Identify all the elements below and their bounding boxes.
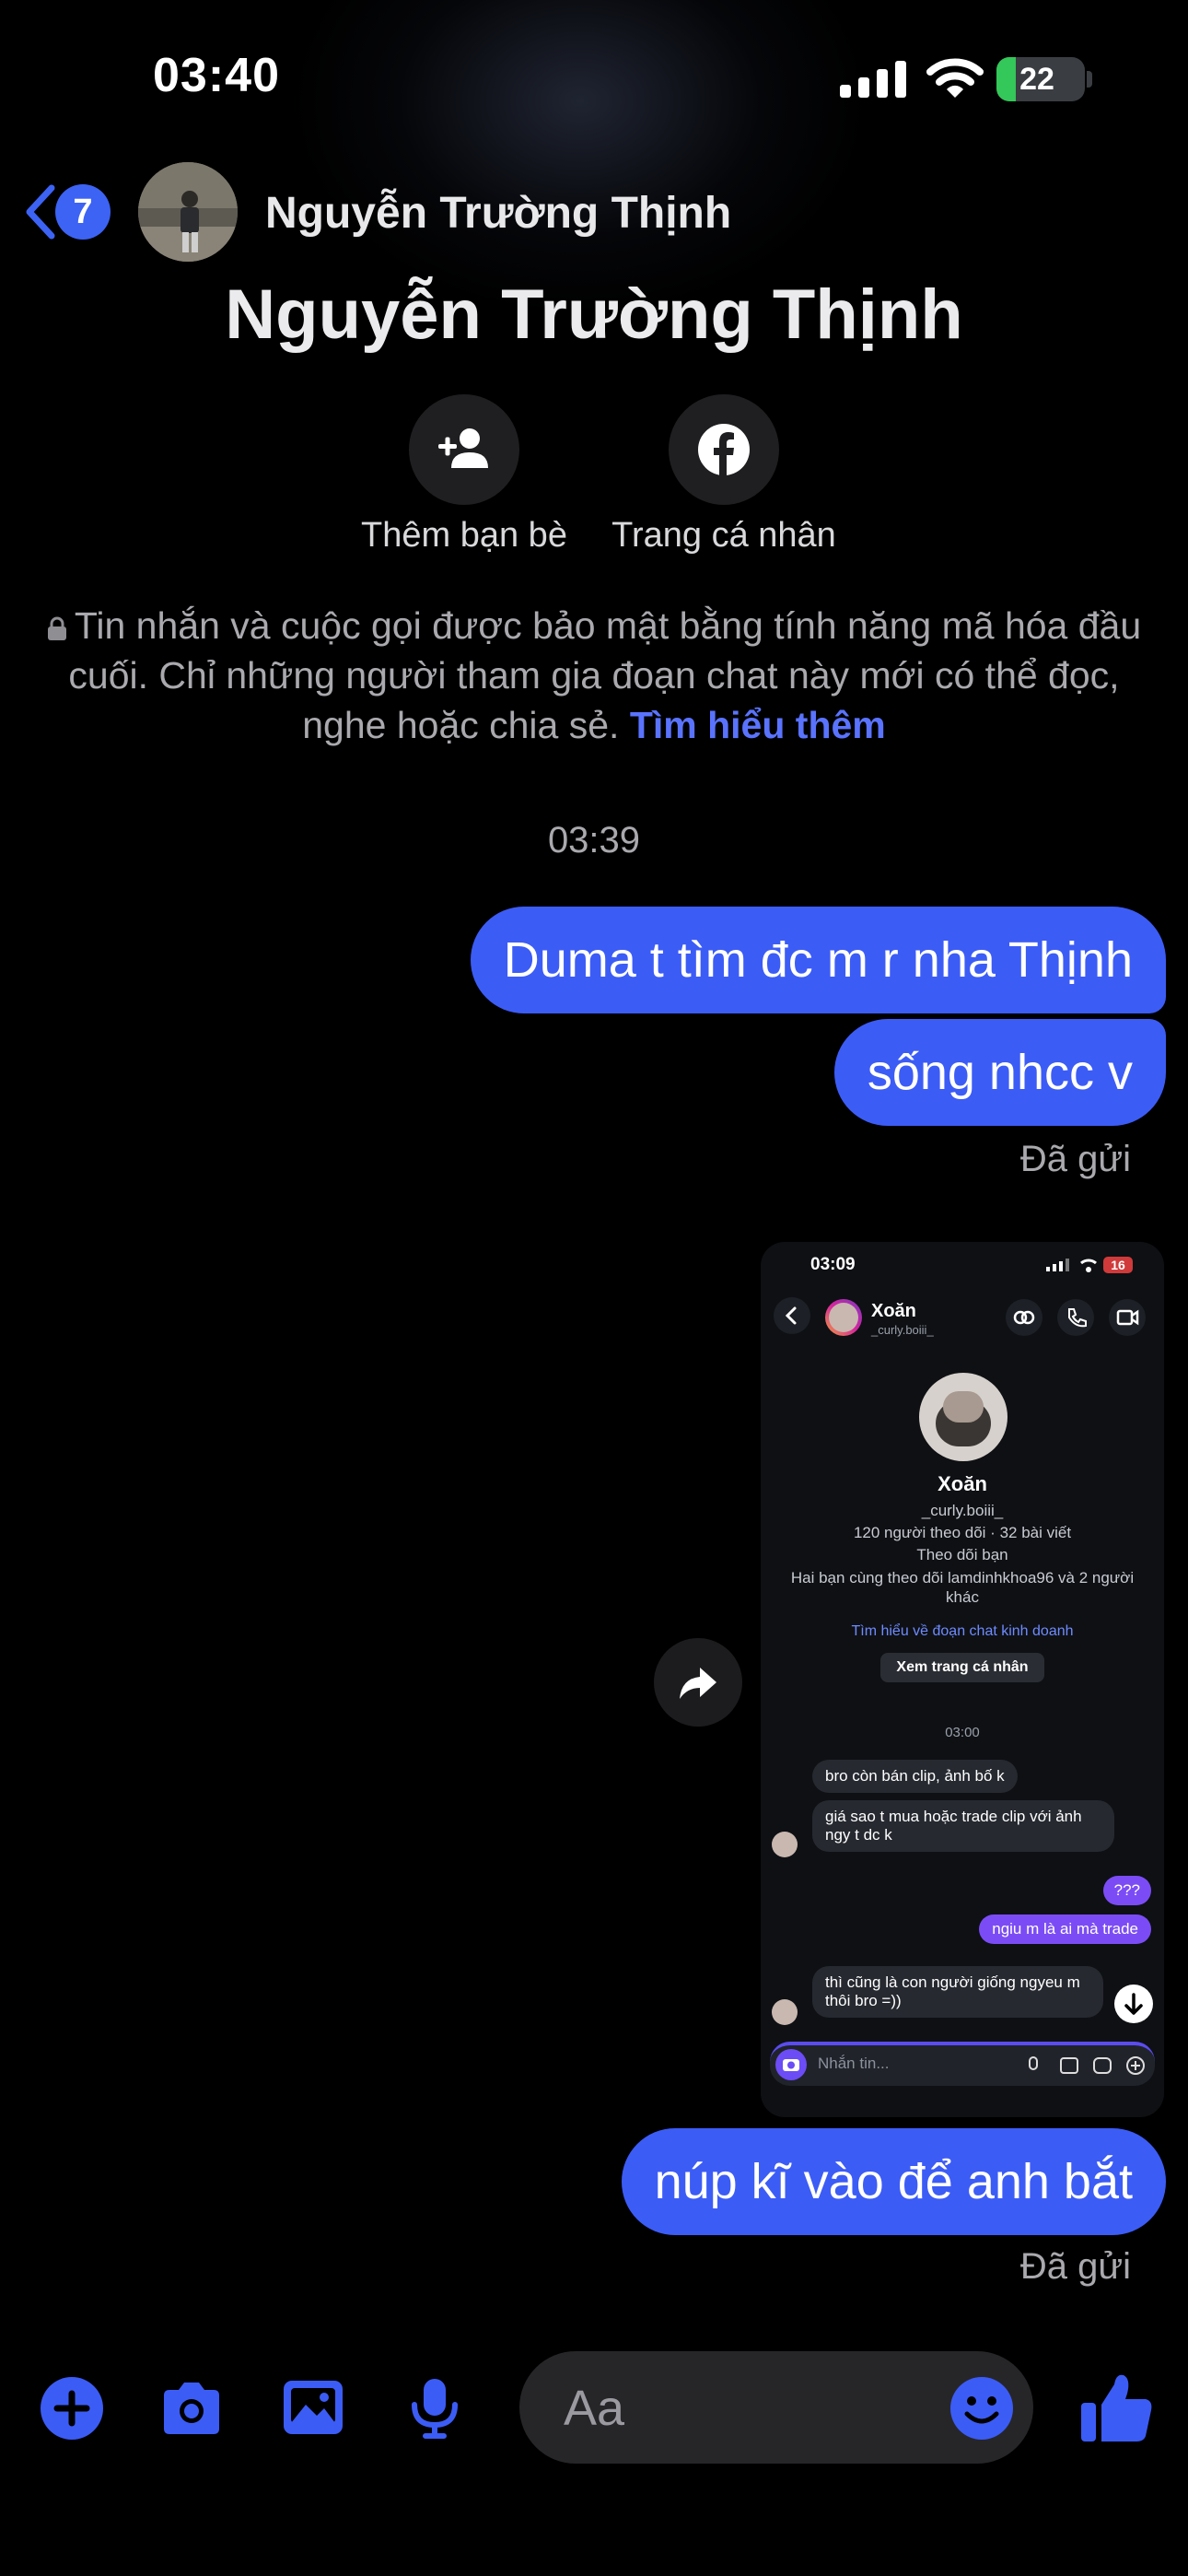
gallery-icon[interactable] <box>280 2375 346 2441</box>
shot-video-icon <box>1116 1309 1139 1326</box>
shot-avatar-ring <box>825 1299 862 1336</box>
shot-time: 03:09 <box>810 1255 856 1274</box>
shot-video-button <box>1109 1299 1146 1336</box>
shot-incoming-message: bro còn bán clip, ảnh bố k <box>812 1760 1018 1793</box>
profile-page-label[interactable]: Trang cá nhân <box>604 516 844 556</box>
shot-view-profile-button: Xem trang cá nhân <box>880 1653 1044 1682</box>
add-friend-button[interactable] <box>409 394 519 505</box>
shot-scroll-down-button <box>1114 1985 1153 2023</box>
shot-business-link: Tìm hiểu về đoạn chat kinh doanh <box>851 1623 1074 1639</box>
add-friend-label[interactable]: Thêm bạn bè <box>355 516 573 556</box>
shot-profile-photo <box>919 1373 1007 1461</box>
cellular-signal-icon <box>840 61 906 98</box>
wifi-icon <box>926 58 984 98</box>
shot-chat-time: 03:00 <box>945 1725 980 1740</box>
shot-profile-name: Xoăn <box>938 1472 987 1495</box>
shot-link-button <box>1006 1299 1042 1336</box>
unread-count-badge[interactable]: 7 <box>55 184 111 240</box>
battery-tip <box>1087 71 1092 88</box>
share-arrow-icon <box>680 1668 716 1699</box>
shot-back-button <box>774 1297 810 1334</box>
shot-signal-icon <box>1046 1259 1069 1271</box>
microphone-icon[interactable] <box>402 2375 468 2441</box>
shot-outgoing-message: ??? <box>1102 1876 1151 1905</box>
shot-mutual: Hai bạn cùng theo dõi lamdinhkhoa96 và 2… <box>790 1569 1135 1606</box>
status-time: 03:40 <box>153 49 280 102</box>
shot-phone-icon <box>1068 1308 1087 1328</box>
shot-profile-stats: 120 người theo dõi · 32 bài viết <box>853 1524 1072 1541</box>
header-contact-name[interactable]: Nguyễn Trường Thịnh <box>265 188 731 239</box>
learn-more-link[interactable]: Tìm hiểu thêm <box>630 704 886 746</box>
outgoing-message[interactable]: núp kĩ vào để anh bắt <box>621 2128 1166 2235</box>
shot-composer: Nhắn tin... <box>770 2042 1155 2086</box>
shot-avatar <box>829 1303 858 1332</box>
outgoing-message[interactable]: Duma t tìm đc m r nha Thịnh <box>470 907 1166 1013</box>
battery-indicator: 22 <box>996 57 1085 101</box>
camera-icon[interactable] <box>158 2375 225 2441</box>
profile-name: Nguyễn Trường Thịnh <box>225 275 963 354</box>
shot-sender-avatar <box>772 1832 798 1857</box>
facebook-icon <box>698 424 750 475</box>
shot-header-handle: _curly.boiii_ <box>871 1323 934 1337</box>
sent-status: Đã gửi <box>1019 1139 1131 1179</box>
shared-image[interactable]: 03:09 16 Xoăn _curly.boiii_ Xoăn _curly.… <box>761 1242 1164 2117</box>
back-chevron-icon[interactable] <box>22 182 59 241</box>
add-person-icon <box>438 428 488 468</box>
shot-follows-you: Theo dõi bạn <box>916 1546 1008 1563</box>
shot-back-icon <box>785 1306 797 1325</box>
profile-page-button[interactable] <box>669 394 779 505</box>
shot-wifi-icon <box>1080 1259 1097 1272</box>
shot-incoming-message: giá sao t mua hoặc trade clip với ảnh ng… <box>812 1800 1114 1852</box>
shot-composer-icons <box>1029 2056 1145 2075</box>
shot-profile-handle: _curly.boiii_ <box>921 1502 1004 1519</box>
outgoing-message[interactable]: sống nhcc v <box>833 1019 1166 1126</box>
lock-icon <box>47 616 66 640</box>
shot-composer-placeholder: Nhắn tin... <box>818 2055 890 2072</box>
battery-percent: 22 <box>1019 62 1054 97</box>
top-glow <box>295 0 866 313</box>
message-input-placeholder[interactable]: Aa <box>564 2380 624 2437</box>
encryption-notice: Tin nhắn và cuộc gọi được bảo mật bằng t… <box>37 601 1151 750</box>
shot-header-name: Xoăn <box>871 1301 916 1321</box>
shot-incoming-message: thì cũng là con người giống ngyeu m thôi… <box>812 1966 1103 2018</box>
shot-call-button <box>1057 1299 1094 1336</box>
thumbs-up-icon[interactable] <box>1077 2368 1157 2447</box>
emoji-icon[interactable] <box>949 2375 1015 2441</box>
sent-status: Đã gửi <box>1019 2246 1131 2287</box>
shot-battery: 16 <box>1103 1257 1133 1273</box>
message-timestamp: 03:39 <box>547 820 641 861</box>
shot-camera-icon <box>783 2059 799 2071</box>
contact-avatar[interactable] <box>138 162 238 262</box>
shot-outgoing-message: ngiu m là ai mà trade <box>979 1914 1151 1944</box>
shot-sender-avatar <box>772 1999 798 2025</box>
shot-link-icon <box>1013 1310 1035 1325</box>
shot-arrow-down-icon <box>1124 1993 1143 2015</box>
plus-icon[interactable] <box>39 2375 105 2441</box>
share-button[interactable] <box>654 1638 742 1727</box>
shot-camera-button <box>775 2049 807 2080</box>
encryption-text: Tin nhắn và cuộc gọi được bảo mật bằng t… <box>68 604 1142 746</box>
